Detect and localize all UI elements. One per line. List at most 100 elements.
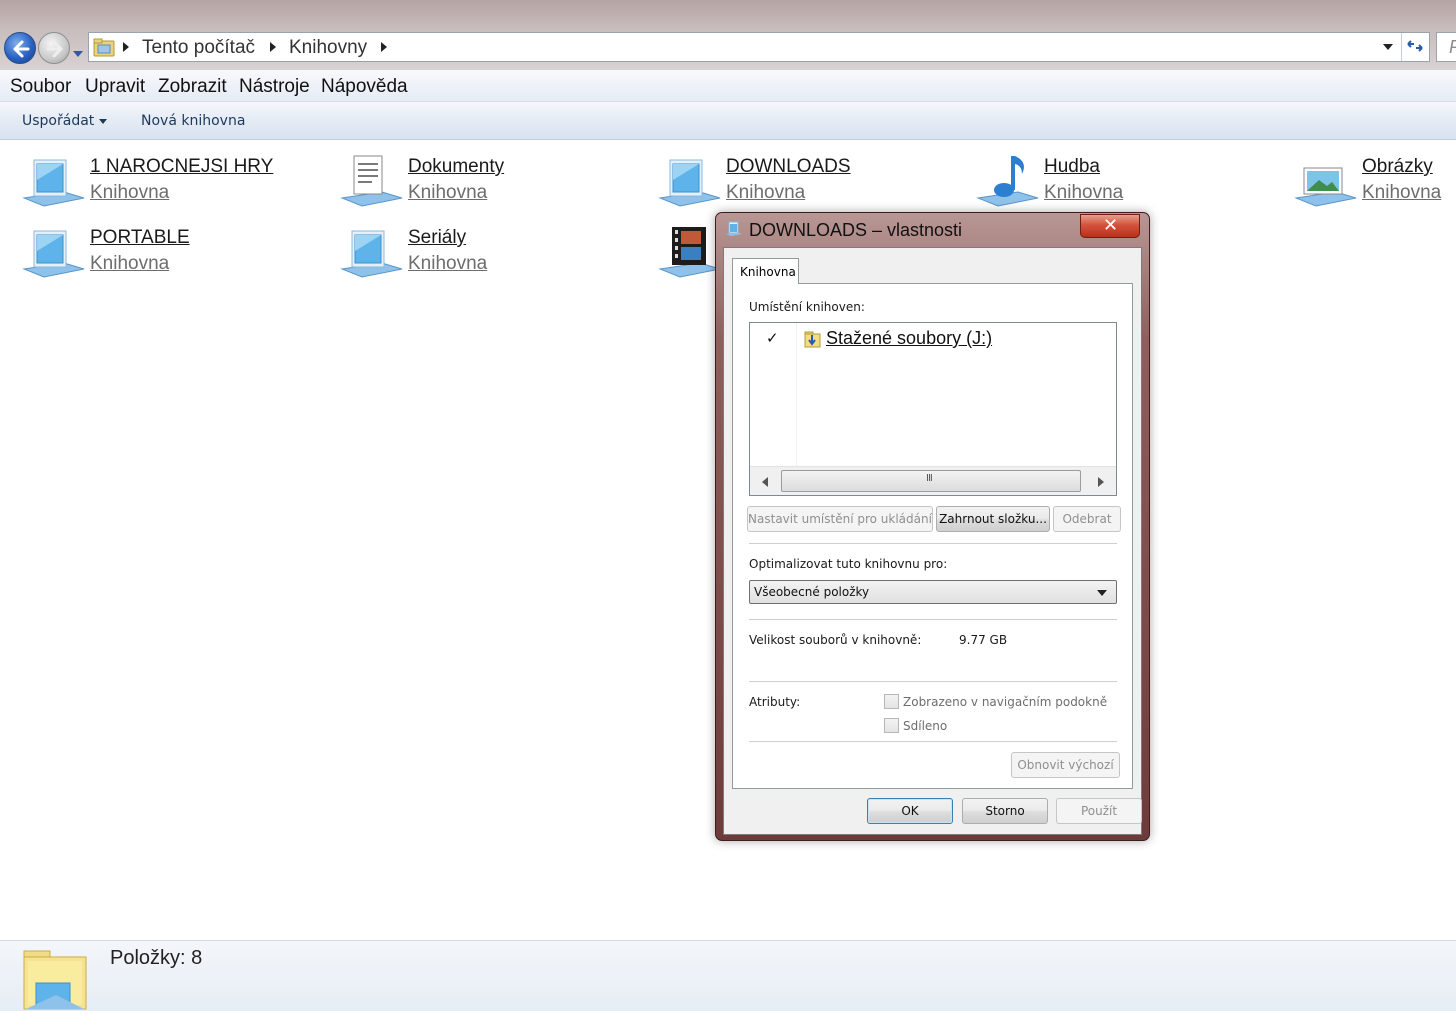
address-bar[interactable]: Tento počítač Knihovny xyxy=(88,32,1430,62)
attributes-label: Atributy: xyxy=(749,695,801,709)
library-icon xyxy=(340,230,403,278)
optimize-selected-value: Všeobecné položky xyxy=(754,585,870,599)
ok-button[interactable]: OK xyxy=(867,798,953,824)
libraries-folder-icon xyxy=(23,950,87,1010)
library-item-downloads[interactable]: DOWNLOADS Knihovna xyxy=(658,152,958,214)
horizontal-scrollbar[interactable]: III xyxy=(750,466,1116,495)
library-icon xyxy=(726,221,742,236)
optimize-select[interactable]: Všeobecné položky xyxy=(749,580,1117,604)
shared-label: Sdíleno xyxy=(903,719,948,733)
forward-button[interactable] xyxy=(38,32,70,64)
refresh-button[interactable] xyxy=(1401,33,1429,61)
item-count: Položky: 8 xyxy=(110,947,203,969)
library-type: Knihovna xyxy=(408,253,488,274)
organize-label: Uspořádat xyxy=(22,113,95,129)
close-icon: ✕ xyxy=(1103,215,1119,236)
libraries-folder-icon xyxy=(93,38,115,57)
library-item-videos[interactable] xyxy=(658,223,721,285)
scrollbar-thumb[interactable]: III xyxy=(781,470,1081,492)
divider xyxy=(749,681,1117,682)
library-type: Knihovna xyxy=(1044,182,1124,203)
optimize-label: Optimalizovat tuto knihovnu pro: xyxy=(749,557,948,571)
folder-icon xyxy=(804,331,821,348)
library-name: DOWNLOADS xyxy=(726,156,851,177)
menu-tools[interactable]: Nástroje xyxy=(239,76,310,98)
library-type: Knihovna xyxy=(726,182,806,203)
chevron-down-icon xyxy=(1097,590,1107,596)
organize-button[interactable]: Uspořádat xyxy=(22,113,108,129)
library-icon xyxy=(658,159,721,207)
library-locations-list[interactable]: ✓ Stažené soubory (J:) III xyxy=(749,322,1117,496)
library-tab-panel: Umístění knihoven: ✓ Stažené soubory (J:… xyxy=(732,283,1133,789)
library-name: Seriály xyxy=(408,227,467,248)
search-input[interactable]: P xyxy=(1436,32,1456,62)
restore-defaults-button[interactable]: Obnovit výchozí xyxy=(1011,752,1120,778)
chevron-down-icon xyxy=(73,51,83,57)
properties-dialog: DOWNLOADS – vlastnosti ✕ Knihovna Umístě… xyxy=(715,212,1150,841)
library-item-dokumenty[interactable]: Dokumenty Knihovna xyxy=(340,152,640,214)
scroll-left-icon[interactable] xyxy=(762,477,768,487)
library-name: Dokumenty xyxy=(408,156,505,177)
dialog-client-area: Knihovna Umístění knihoven: ✓ Stažené so… xyxy=(723,247,1142,835)
library-type: Knihovna xyxy=(408,182,488,203)
library-icon xyxy=(22,230,85,278)
chevron-down-icon xyxy=(99,118,108,124)
breadcrumb-separator-icon[interactable] xyxy=(270,42,276,52)
breadcrumb-this-pc[interactable]: Tento počítač xyxy=(142,37,255,59)
show-in-navigation-label: Zobrazeno v navigačním podokně xyxy=(903,695,1108,709)
library-name: Obrázky xyxy=(1362,156,1433,177)
show-in-navigation-checkbox[interactable] xyxy=(884,694,899,709)
library-name: PORTABLE xyxy=(90,227,190,248)
cancel-button[interactable]: Storno xyxy=(962,798,1048,824)
command-bar: Uspořádat Nová knihovna xyxy=(0,102,1456,140)
menu-view[interactable]: Zobrazit xyxy=(158,76,227,98)
dialog-title: DOWNLOADS – vlastnosti xyxy=(749,220,963,240)
new-library-button[interactable]: Nová knihovna xyxy=(141,113,245,129)
library-type: Knihovna xyxy=(90,182,170,203)
library-icon xyxy=(22,159,85,207)
library-name: 1 NAROCNEJSI HRY xyxy=(90,156,274,177)
menu-help[interactable]: Nápověda xyxy=(321,76,408,98)
library-item-obrazky[interactable]: Obrázky Knihovna xyxy=(1294,152,1456,214)
music-library-icon xyxy=(976,156,1039,207)
library-type: Knihovna xyxy=(90,253,170,274)
column-divider xyxy=(796,323,797,466)
back-button[interactable] xyxy=(4,32,36,64)
videos-library-icon xyxy=(658,227,721,278)
include-folder-button[interactable]: Zahrnout složku... xyxy=(936,506,1050,532)
recent-pages-dropdown[interactable] xyxy=(72,44,84,57)
menu-bar: Soubor Upravit Zobrazit Nástroje Nápověd… xyxy=(0,70,1456,102)
divider xyxy=(749,741,1117,742)
location-name: Stažené soubory (J:) xyxy=(826,328,993,348)
library-type: Knihovna xyxy=(1362,182,1442,203)
forward-arrow-icon xyxy=(46,40,63,58)
address-history-dropdown[interactable] xyxy=(1383,44,1393,50)
breadcrumb-separator-icon[interactable] xyxy=(381,42,387,52)
remove-button[interactable]: Odebrat xyxy=(1053,506,1121,532)
locations-label: Umístění knihoven: xyxy=(749,300,865,314)
set-save-location-button[interactable]: Nastavit umístění pro ukládání xyxy=(747,506,933,532)
refresh-icon xyxy=(1407,40,1423,52)
library-item-1-narocnejsi-hry[interactable]: 1 NAROCNEJSI HRY Knihovna xyxy=(22,152,322,214)
breadcrumb-separator-icon[interactable] xyxy=(123,42,129,52)
scroll-right-icon[interactable] xyxy=(1098,477,1104,487)
divider xyxy=(749,543,1117,544)
pictures-library-icon xyxy=(1294,167,1357,207)
close-button[interactable]: ✕ xyxy=(1080,214,1140,238)
divider xyxy=(749,619,1117,620)
library-item-portable[interactable]: PORTABLE Knihovna xyxy=(22,223,322,285)
library-item-hudba[interactable]: Hudba Knihovna xyxy=(976,152,1276,214)
window-titlebar: Tento počítač Knihovny P xyxy=(0,0,1456,70)
menu-edit[interactable]: Upravit xyxy=(85,76,145,98)
shared-checkbox[interactable] xyxy=(884,718,899,733)
status-bar: Položky: 8 xyxy=(0,940,1456,1011)
tab-library[interactable]: Knihovna xyxy=(732,258,799,284)
apply-button[interactable]: Použít xyxy=(1056,798,1142,824)
documents-library-icon xyxy=(340,155,403,207)
scrollbar-grip: III xyxy=(926,473,933,484)
menu-file[interactable]: Soubor xyxy=(10,76,71,98)
default-save-check-icon: ✓ xyxy=(766,329,779,347)
library-name: Hudba xyxy=(1044,156,1100,177)
breadcrumb-libraries[interactable]: Knihovny xyxy=(289,37,367,59)
library-item-serialy[interactable]: Seriály Knihovna xyxy=(340,223,640,285)
